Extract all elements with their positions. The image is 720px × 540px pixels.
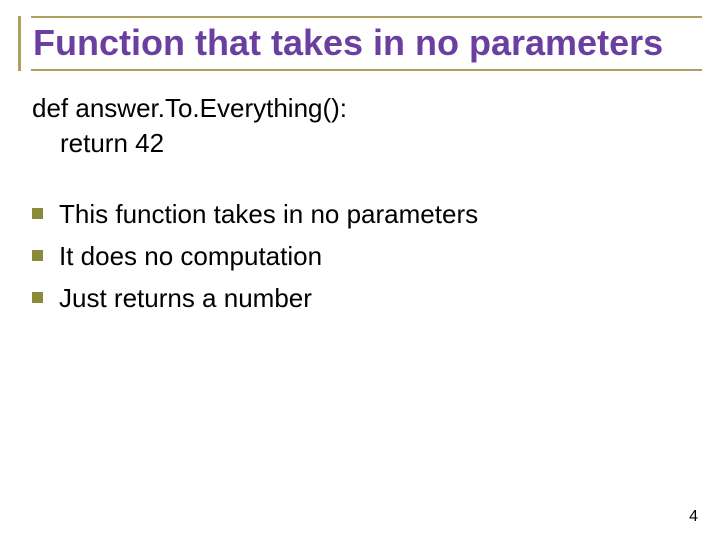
slide-body: def answer.To.Everything(): return 42 Th… (18, 81, 702, 316)
page-number: 4 (689, 508, 698, 526)
bullet-list: This function takes in no parameters It … (32, 196, 698, 317)
bullet-square-icon (32, 292, 43, 303)
list-item: This function takes in no parameters (32, 196, 698, 232)
bullet-text: Just returns a number (59, 280, 312, 316)
list-item: It does no computation (32, 238, 698, 274)
title-rule-bottom (31, 69, 702, 71)
list-item: Just returns a number (32, 280, 698, 316)
bullet-square-icon (32, 250, 43, 261)
code-block: def answer.To.Everything(): return 42 (32, 91, 698, 161)
bullet-text: This function takes in no parameters (59, 196, 478, 232)
bullet-square-icon (32, 208, 43, 219)
title-rule-top (31, 16, 702, 18)
slide-title: Function that takes in no parameters (33, 20, 702, 69)
title-block: Function that takes in no parameters (18, 16, 702, 71)
slide: Function that takes in no parameters def… (0, 0, 720, 540)
bullet-text: It does no computation (59, 238, 322, 274)
code-line-2: return 42 (32, 126, 698, 161)
code-line-1: def answer.To.Everything(): (32, 91, 698, 126)
